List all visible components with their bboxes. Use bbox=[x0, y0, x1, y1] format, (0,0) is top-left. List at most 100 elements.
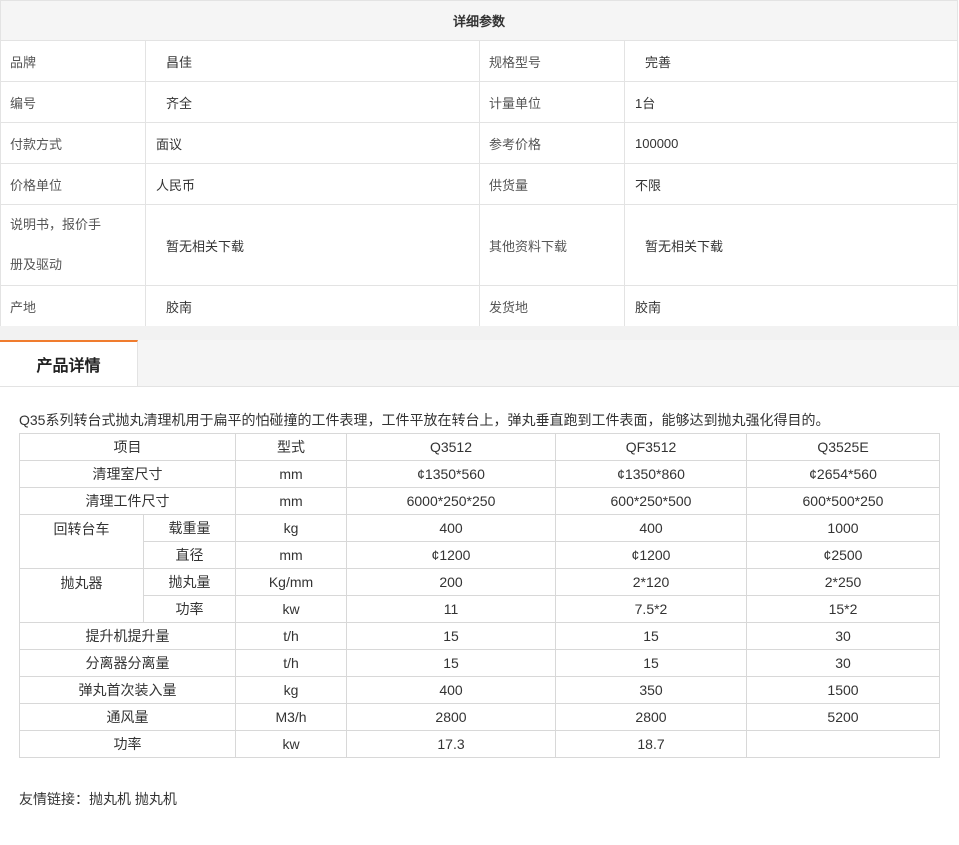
friend-link[interactable]: 抛丸机 bbox=[135, 791, 177, 807]
param-key: 计量单位 bbox=[479, 81, 625, 123]
spec-unit: kg bbox=[235, 514, 347, 542]
spec-unit: kw bbox=[235, 730, 347, 758]
params-title: 详细参数 bbox=[0, 0, 959, 41]
param-key: 说明书，报价手 册及驱动 bbox=[0, 204, 146, 286]
param-value: 人民币 bbox=[145, 163, 480, 205]
spec-sublabel: 功率 bbox=[143, 595, 236, 623]
detail-tab-bar: 产品详情 bbox=[0, 340, 959, 387]
spec-value: 18.7 bbox=[555, 730, 747, 758]
param-key: 参考价格 bbox=[479, 122, 625, 164]
spec-unit: kw bbox=[235, 595, 347, 623]
spec-value: 2*120 bbox=[555, 568, 747, 596]
params-row: 品牌 昌佳 规格型号 完善 bbox=[0, 40, 959, 82]
spec-header-model: Q3525E bbox=[746, 433, 940, 461]
spec-value: ¢1350*860 bbox=[555, 460, 747, 488]
param-key-line: 说明书，报价手 bbox=[10, 217, 102, 232]
spec-value: 15*2 bbox=[746, 595, 940, 623]
spec-value: 2800 bbox=[346, 703, 556, 731]
spec-row: 功率 kw 11 7.5*2 15*2 bbox=[20, 595, 940, 623]
spec-value: 17.3 bbox=[346, 730, 556, 758]
param-value: 面议 bbox=[145, 122, 480, 164]
spec-value: 6000*250*250 bbox=[346, 487, 556, 515]
spec-value: 400 bbox=[555, 514, 747, 542]
spec-value: 5200 bbox=[746, 703, 940, 731]
spec-label: 提升机提升量 bbox=[19, 622, 236, 650]
spec-value: 15 bbox=[555, 622, 747, 650]
param-key: 其他资料下载 bbox=[479, 204, 625, 286]
spec-row: 清理室尺寸 mm ¢1350*560 ¢1350*860 ¢2654*560 bbox=[19, 460, 940, 488]
spec-label: 弹丸首次装入量 bbox=[19, 676, 236, 704]
param-value: 不限 bbox=[623, 163, 959, 205]
friend-links-label: 友情链接： bbox=[19, 791, 89, 807]
friend-links: 友情链接：抛丸机 抛丸机 bbox=[19, 789, 177, 809]
spec-value: 30 bbox=[746, 649, 940, 677]
other-download-link[interactable]: 暂无相关下载 bbox=[623, 204, 959, 286]
params-row: 付款方式 面议 参考价格 100000 bbox=[0, 122, 959, 164]
spec-header-model: QF3512 bbox=[555, 433, 747, 461]
param-key: 规格型号 bbox=[479, 40, 625, 82]
param-key: 价格单位 bbox=[0, 163, 146, 205]
spec-value: 200 bbox=[346, 568, 556, 596]
param-value: 完善 bbox=[623, 40, 959, 82]
friend-link[interactable]: 抛丸机 bbox=[89, 791, 131, 807]
spec-sublabel: 抛丸量 bbox=[143, 568, 236, 596]
spec-value: 15 bbox=[346, 649, 556, 677]
spec-row: 功率 kw 17.3 18.7 bbox=[19, 730, 940, 758]
spec-row: 清理工件尺寸 mm 6000*250*250 600*250*500 600*5… bbox=[19, 487, 940, 515]
spec-unit: t/h bbox=[235, 622, 347, 650]
spec-row: 提升机提升量 t/h 15 15 30 bbox=[19, 622, 940, 650]
spec-value: 7.5*2 bbox=[555, 595, 747, 623]
param-key: 供货量 bbox=[479, 163, 625, 205]
spec-sublabel: 直径 bbox=[143, 541, 236, 569]
spec-row: 回转台车 载重量 kg 400 400 1000 bbox=[19, 514, 940, 569]
param-value: 胶南 bbox=[145, 285, 480, 327]
spec-value: 15 bbox=[346, 622, 556, 650]
params-row: 价格单位 人民币 供货量 不限 bbox=[0, 163, 959, 205]
spec-row: 弹丸首次装入量 kg 400 350 1500 bbox=[19, 676, 940, 704]
spec-value: 1500 bbox=[746, 676, 940, 704]
spec-value: 350 bbox=[555, 676, 747, 704]
spec-label: 功率 bbox=[19, 730, 236, 758]
param-value: 昌佳 bbox=[145, 40, 480, 82]
spec-value bbox=[746, 730, 940, 758]
spec-sublabel: 载重量 bbox=[143, 514, 236, 542]
param-key: 付款方式 bbox=[0, 122, 146, 164]
spec-header-row: 项目 型式 Q3512 QF3512 Q3525E bbox=[19, 433, 940, 461]
spec-label: 分离器分离量 bbox=[19, 649, 236, 677]
spec-value: 30 bbox=[746, 622, 940, 650]
spec-value: 600*250*500 bbox=[555, 487, 747, 515]
spec-group-label: 回转台车 bbox=[19, 514, 144, 569]
param-key: 品牌 bbox=[0, 40, 146, 82]
spec-value: ¢1350*560 bbox=[346, 460, 556, 488]
spec-value: 400 bbox=[346, 514, 556, 542]
manual-download-link[interactable]: 暂无相关下载 bbox=[145, 204, 480, 286]
spec-value: 1000 bbox=[746, 514, 940, 542]
product-description: Q35系列转台式抛丸清理机用于扁平的怕碰撞的工件表理，工件平放在转台上，弹丸垂直… bbox=[19, 412, 830, 428]
params-table: 详细参数 品牌 昌佳 规格型号 完善 编号 齐全 计量单位 1台 付款方式 面议… bbox=[0, 0, 959, 327]
spec-value: 2*250 bbox=[746, 568, 940, 596]
spec-value: ¢2500 bbox=[746, 541, 940, 569]
param-key: 编号 bbox=[0, 81, 146, 123]
params-row: 编号 齐全 计量单位 1台 bbox=[0, 81, 959, 123]
tab-product-detail[interactable]: 产品详情 bbox=[0, 340, 138, 386]
spec-unit: mm bbox=[235, 460, 347, 488]
spec-label: 清理工件尺寸 bbox=[19, 487, 236, 515]
spec-unit: mm bbox=[235, 541, 347, 569]
spec-label: 清理室尺寸 bbox=[19, 460, 236, 488]
param-value: 100000 bbox=[623, 122, 959, 164]
params-row: 产地 胶南 发货地 胶南 bbox=[0, 285, 959, 327]
spec-unit: M3/h bbox=[235, 703, 347, 731]
spec-value: 600*500*250 bbox=[746, 487, 940, 515]
spec-row: 通风量 M3/h 2800 2800 5200 bbox=[19, 703, 940, 731]
spec-header-item: 项目 bbox=[19, 433, 236, 461]
spec-table: 项目 型式 Q3512 QF3512 Q3525E 清理室尺寸 mm ¢1350… bbox=[19, 433, 940, 758]
spec-value: ¢1200 bbox=[555, 541, 747, 569]
spec-value: 11 bbox=[346, 595, 556, 623]
spec-value: 400 bbox=[346, 676, 556, 704]
spec-value: ¢2654*560 bbox=[746, 460, 940, 488]
spec-value: 2800 bbox=[555, 703, 747, 731]
spec-label: 通风量 bbox=[19, 703, 236, 731]
param-key-line: 册及驱动 bbox=[10, 257, 63, 272]
spec-row: 抛丸器 抛丸量 Kg/mm 200 2*120 2*250 bbox=[19, 568, 940, 623]
spec-value: ¢1200 bbox=[346, 541, 556, 569]
